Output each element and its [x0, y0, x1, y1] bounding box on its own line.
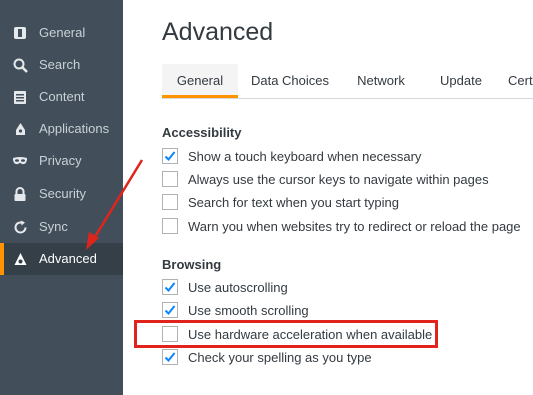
red-arrow-annotation: [86, 159, 144, 250]
